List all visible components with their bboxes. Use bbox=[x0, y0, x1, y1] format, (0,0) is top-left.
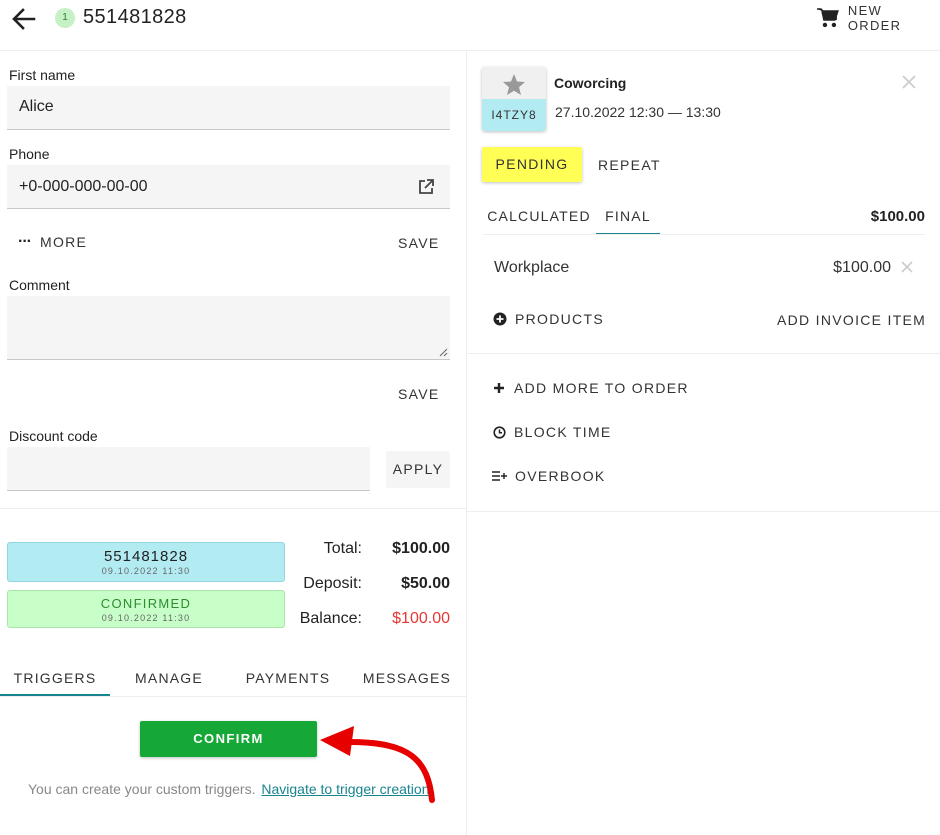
line-item-price: $100.00 bbox=[833, 259, 891, 276]
booking-datetime: 27.10.2022 12:30 — 13:30 bbox=[555, 104, 721, 120]
plus-circle-icon bbox=[493, 312, 507, 326]
order-number-date: 09.10.2022 11:30 bbox=[101, 566, 191, 576]
confirmed-status-date: 09.10.2022 11:30 bbox=[101, 613, 191, 623]
tab-calculated[interactable]: CALCULATED bbox=[483, 208, 595, 235]
vertical-divider bbox=[466, 50, 467, 835]
booking-divider bbox=[467, 353, 940, 354]
actions-divider bbox=[467, 511, 940, 512]
add-invoice-item-button[interactable]: ADD INVOICE ITEM bbox=[777, 312, 926, 328]
total-label: Total: bbox=[323, 540, 362, 557]
star-icon bbox=[503, 74, 525, 95]
order-number-value: 551481828 bbox=[103, 548, 189, 565]
overbook-label: OVERBOOK bbox=[515, 468, 606, 484]
deposit-label: Deposit: bbox=[303, 575, 362, 592]
annotation-arrow-icon bbox=[320, 726, 435, 803]
price-tabs-divider bbox=[483, 234, 925, 235]
tabs-divider bbox=[0, 696, 466, 697]
more-button[interactable]: ··· MORE bbox=[18, 233, 88, 251]
tab-manage[interactable]: MANAGE bbox=[114, 670, 224, 696]
phone-label: Phone bbox=[9, 146, 50, 162]
first-name-field[interactable]: Alice bbox=[7, 86, 450, 130]
external-link-icon[interactable] bbox=[417, 178, 435, 196]
block-time-button[interactable]: BLOCK TIME bbox=[493, 424, 612, 440]
order-number-card[interactable]: 551481828 09.10.2022 11:30 bbox=[7, 542, 285, 582]
pending-status-button[interactable]: PENDING bbox=[482, 147, 582, 182]
products-label: PRODUCTS bbox=[515, 311, 604, 327]
cart-icon bbox=[816, 8, 839, 28]
tab-triggers[interactable]: TRIGGERS bbox=[0, 670, 110, 696]
confirmed-status-card[interactable]: CONFIRMED 09.10.2022 11:30 bbox=[7, 590, 285, 628]
add-more-label: ADD MORE TO ORDER bbox=[514, 380, 689, 396]
new-order-label: NEW ORDER bbox=[847, 3, 902, 33]
more-dots-icon: ··· bbox=[18, 233, 32, 250]
remove-item-icon[interactable] bbox=[900, 260, 914, 274]
deposit-value: $50.00 bbox=[401, 575, 450, 592]
discount-code-field[interactable] bbox=[7, 447, 370, 491]
tab-final[interactable]: FINAL bbox=[596, 208, 660, 235]
confirmed-status-label: CONFIRMED bbox=[100, 596, 192, 611]
header-divider bbox=[0, 50, 940, 51]
arrow-left-icon bbox=[12, 8, 36, 30]
products-button[interactable]: PRODUCTS bbox=[493, 311, 604, 327]
comment-label: Comment bbox=[9, 277, 70, 293]
tab-messages[interactable]: MESSAGES bbox=[352, 670, 462, 696]
resize-handle-icon[interactable] bbox=[439, 348, 448, 357]
triggers-hint-text: You can create your custom triggers. bbox=[28, 781, 256, 797]
repeat-button[interactable]: REPEAT bbox=[598, 157, 661, 173]
total-value: $100.00 bbox=[392, 540, 450, 557]
order-count-badge: 1 bbox=[55, 8, 75, 28]
phone-value: +0-000-000-00-00 bbox=[19, 178, 148, 195]
phone-field[interactable]: +0-000-000-00-00 bbox=[7, 165, 450, 209]
line-item-name: Workplace bbox=[494, 259, 570, 276]
resource-card[interactable]: I4TZY8 bbox=[482, 67, 546, 131]
add-more-to-order-button[interactable]: ADD MORE TO ORDER bbox=[493, 380, 689, 396]
block-time-label: BLOCK TIME bbox=[514, 424, 612, 440]
save-button[interactable]: SAVE bbox=[398, 235, 440, 251]
more-label: MORE bbox=[39, 234, 88, 250]
plus-icon bbox=[494, 383, 504, 393]
price-total: $100.00 bbox=[870, 208, 925, 225]
resource-name: Coworcing bbox=[554, 75, 627, 91]
tab-payments[interactable]: PAYMENTS bbox=[233, 670, 343, 696]
balance-value: $100.00 bbox=[392, 610, 450, 627]
back-button[interactable] bbox=[10, 6, 38, 32]
first-name-label: First name bbox=[9, 67, 76, 83]
clock-icon bbox=[493, 425, 506, 439]
list-plus-icon bbox=[492, 471, 507, 481]
apply-button[interactable]: APPLY bbox=[386, 451, 450, 488]
confirm-button[interactable]: CONFIRM bbox=[140, 721, 317, 757]
comment-save-button[interactable]: SAVE bbox=[398, 386, 440, 402]
close-icon[interactable] bbox=[901, 74, 917, 90]
first-name-value: Alice bbox=[19, 98, 54, 115]
new-order-button[interactable]: NEW ORDER bbox=[816, 3, 940, 33]
booking-code: I4TZY8 bbox=[482, 99, 546, 131]
comment-textarea[interactable] bbox=[7, 296, 450, 360]
page-title: 551481828 bbox=[83, 6, 187, 28]
overbook-button[interactable]: OVERBOOK bbox=[492, 468, 606, 484]
discount-code-label: Discount code bbox=[9, 428, 98, 444]
balance-label: Balance: bbox=[299, 610, 362, 627]
form-divider bbox=[0, 508, 466, 509]
